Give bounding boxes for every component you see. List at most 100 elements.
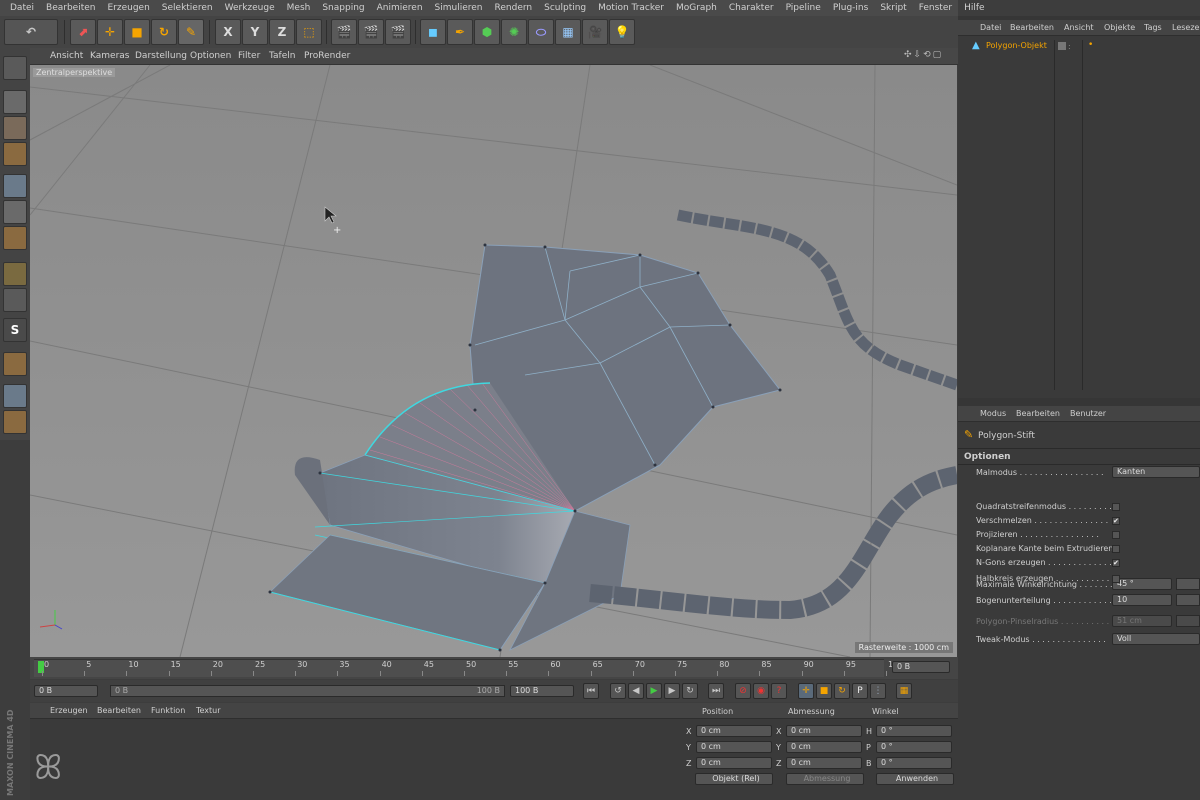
play-button[interactable]: ▶ bbox=[646, 683, 662, 699]
menu-item-skript[interactable]: Skript bbox=[874, 3, 912, 13]
scale-tool-button[interactable]: ■ bbox=[124, 19, 150, 45]
menu-item-hilfe[interactable]: Hilfe bbox=[958, 3, 990, 13]
size-mode-select[interactable]: Abmessung bbox=[786, 773, 864, 785]
texture-mode-button[interactable] bbox=[3, 116, 27, 140]
start-frame-field[interactable]: 0 B bbox=[34, 685, 98, 697]
paint-mode-select[interactable]: Kanten bbox=[1112, 466, 1200, 478]
rotate-tool-button[interactable]: ↻ bbox=[151, 19, 177, 45]
light-button[interactable]: 💡 bbox=[609, 19, 635, 45]
visibility-editor-icon[interactable] bbox=[1058, 42, 1066, 50]
axis-mode-button[interactable] bbox=[3, 262, 27, 286]
position-y-field[interactable]: 0 cm bbox=[696, 741, 772, 753]
timeline-window-button[interactable]: ▦ bbox=[896, 683, 912, 699]
size-x-field[interactable]: 0 cm bbox=[786, 725, 862, 737]
render-settings-button[interactable]: 🎬 bbox=[385, 19, 411, 45]
record-button[interactable]: ⊘ bbox=[735, 683, 751, 699]
goto-start-button[interactable]: ⏮ bbox=[583, 683, 599, 699]
y-axis-button[interactable]: Y bbox=[242, 19, 268, 45]
viewport[interactable]: + Zentralperspektive Rasterweite : 1000 … bbox=[30, 65, 957, 657]
make-editable-button[interactable] bbox=[3, 56, 27, 80]
position-x-field[interactable]: 0 cm bbox=[696, 725, 772, 737]
key-pla-button[interactable]: ⋮ bbox=[870, 683, 886, 699]
max-angle-field[interactable]: 45 ° bbox=[1112, 578, 1172, 590]
rotation-b-field[interactable]: 0 ° bbox=[876, 757, 952, 769]
tweak-mode-select[interactable]: Voll bbox=[1112, 633, 1200, 645]
visibility-render-icon[interactable]: : bbox=[1068, 42, 1071, 51]
deformer-button[interactable]: ⬭ bbox=[528, 19, 554, 45]
apply-button[interactable]: Anwenden bbox=[876, 773, 954, 785]
menu-item-mograph[interactable]: MoGraph bbox=[670, 3, 723, 13]
menu-item-plug-ins[interactable]: Plug-ins bbox=[827, 3, 875, 13]
snap-button[interactable]: S bbox=[3, 318, 27, 342]
object-menu-lesezeichen[interactable]: Lesezeichen bbox=[1172, 23, 1200, 32]
rotation-h-field[interactable]: 0 ° bbox=[876, 725, 952, 737]
key-parameter-button[interactable]: P bbox=[852, 683, 868, 699]
spline-pen-button[interactable]: ✒ bbox=[447, 19, 473, 45]
menu-item-rendern[interactable]: Rendern bbox=[489, 3, 539, 13]
subdivision-button[interactable]: ⬢ bbox=[474, 19, 500, 45]
arc-subdivision-field[interactable]: 10 bbox=[1112, 594, 1172, 606]
viewport-nav-icons[interactable]: ✣⇩⟲▢ bbox=[904, 50, 956, 62]
workplane-mode-button[interactable] bbox=[3, 142, 27, 166]
menu-item-motion-tracker[interactable]: Motion Tracker bbox=[592, 3, 670, 13]
object-menu-ansicht[interactable]: Ansicht bbox=[1064, 23, 1094, 32]
option-checkbox[interactable] bbox=[1112, 531, 1120, 539]
menu-item-pipeline[interactable]: Pipeline bbox=[780, 3, 827, 13]
material-menu-erzeugen[interactable]: Erzeugen bbox=[50, 706, 88, 715]
camera-button[interactable]: 🎥 bbox=[582, 19, 608, 45]
size-y-field[interactable]: 0 cm bbox=[786, 741, 862, 753]
end-frame-field[interactable]: 100 B bbox=[510, 685, 574, 697]
max-angle-slider[interactable] bbox=[1176, 578, 1200, 590]
render-picture-viewer-button[interactable]: 🎬 bbox=[358, 19, 384, 45]
brush-radius-field[interactable]: 51 cm bbox=[1112, 615, 1172, 627]
option-checkbox[interactable]: ✔ bbox=[1112, 517, 1120, 525]
menu-item-simulieren[interactable]: Simulieren bbox=[429, 3, 489, 13]
arc-subdivision-slider[interactable] bbox=[1176, 594, 1200, 606]
goto-end-button[interactable]: ⏭ bbox=[708, 683, 724, 699]
position-z-field[interactable]: 0 cm bbox=[696, 757, 772, 769]
next-frame-button[interactable]: ▶ bbox=[664, 683, 680, 699]
timeline-ruler[interactable]: 0510152025303540455055606570758085909510… bbox=[30, 657, 958, 679]
points-mode-button[interactable] bbox=[3, 174, 27, 198]
material-menu-bearbeiten[interactable]: Bearbeiten bbox=[97, 706, 141, 715]
next-key-button[interactable]: ↻ bbox=[682, 683, 698, 699]
menu-item-sculpting[interactable]: Sculpting bbox=[538, 3, 592, 13]
menu-item-fenster[interactable]: Fenster bbox=[913, 3, 958, 13]
model-mode-button[interactable] bbox=[3, 90, 27, 114]
brush-radius-slider[interactable] bbox=[1176, 615, 1200, 627]
option-checkbox[interactable] bbox=[1112, 545, 1120, 553]
object-menu-objekte[interactable]: Objekte bbox=[1104, 23, 1135, 32]
material-menu-textur[interactable]: Textur bbox=[196, 706, 221, 715]
material-menu-funktion[interactable]: Funktion bbox=[151, 706, 185, 715]
polygon-pen-button[interactable]: ✎ bbox=[178, 19, 204, 45]
menu-item-datei[interactable]: Datei bbox=[4, 3, 40, 13]
tweak-mode-button[interactable] bbox=[3, 288, 27, 312]
viewport-menu-ansicht[interactable]: Ansicht bbox=[50, 51, 83, 61]
floor-button[interactable]: ▦ bbox=[555, 19, 581, 45]
object-row[interactable]: ▲ Polygon-Objekt : • bbox=[962, 40, 1192, 390]
menu-item-snapping[interactable]: Snapping bbox=[316, 3, 370, 13]
viewport-menu-optionen[interactable]: Optionen bbox=[190, 51, 231, 61]
menu-item-erzeugen[interactable]: Erzeugen bbox=[101, 3, 155, 13]
attribute-menu-bearbeiten[interactable]: Bearbeiten bbox=[1016, 409, 1060, 418]
workplane-lock-button[interactable] bbox=[3, 384, 27, 408]
menu-item-animieren[interactable]: Animieren bbox=[371, 3, 429, 13]
tag-icon[interactable]: • bbox=[1088, 40, 1093, 50]
viewport-menu-prorender[interactable]: ProRender bbox=[304, 51, 350, 61]
cube-button[interactable]: ◼ bbox=[420, 19, 446, 45]
attribute-menu-benutzer[interactable]: Benutzer bbox=[1070, 409, 1106, 418]
viewport-menu-darstellung[interactable]: Darstellung bbox=[135, 51, 187, 61]
object-menu-bearbeiten[interactable]: Bearbeiten bbox=[1010, 23, 1054, 32]
menu-item-selektieren[interactable]: Selektieren bbox=[156, 3, 219, 13]
workplane-align-button[interactable] bbox=[3, 410, 27, 434]
viewport-menu-tafeln[interactable]: Tafeln bbox=[269, 51, 295, 61]
option-checkbox[interactable]: ✔ bbox=[1112, 559, 1120, 567]
size-z-field[interactable]: 0 cm bbox=[786, 757, 862, 769]
menu-item-bearbeiten[interactable]: Bearbeiten bbox=[40, 3, 101, 13]
polygons-mode-button[interactable] bbox=[3, 226, 27, 250]
z-axis-button[interactable]: Z bbox=[269, 19, 295, 45]
rotation-p-field[interactable]: 0 ° bbox=[876, 741, 952, 753]
undo-button[interactable]: ↶ bbox=[4, 19, 58, 45]
edges-mode-button[interactable] bbox=[3, 200, 27, 224]
menu-item-charakter[interactable]: Charakter bbox=[723, 3, 780, 13]
